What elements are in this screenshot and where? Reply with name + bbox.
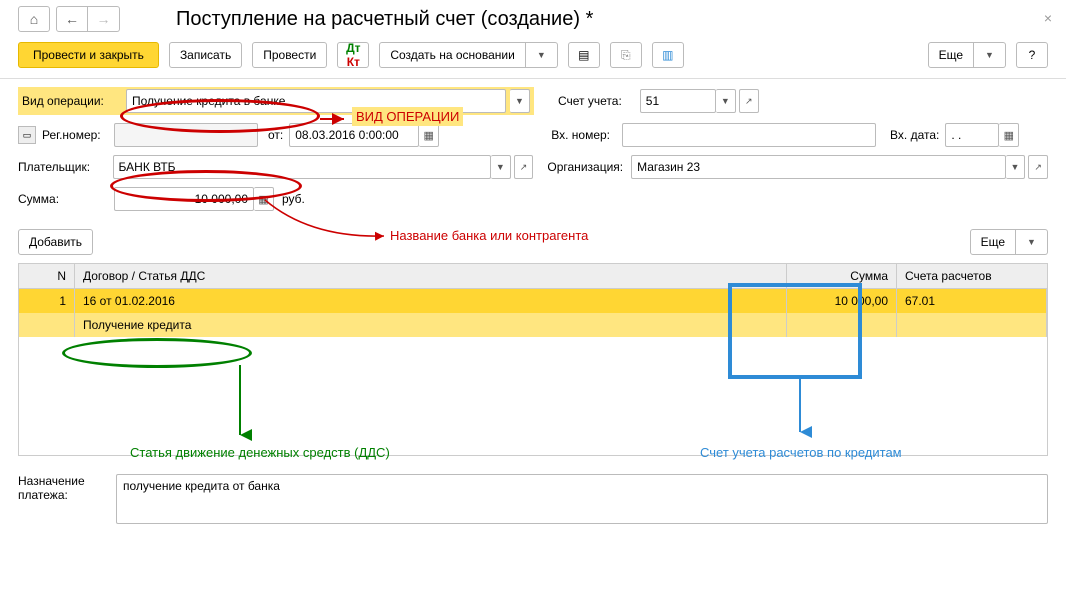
in-date-label: Вх. дата: (890, 128, 939, 142)
forward-button[interactable]: → (88, 6, 120, 32)
td-contract-bottom: Получение кредита (75, 313, 787, 337)
reg-from-label: от: (268, 128, 283, 142)
td-sum: 10 000,00 (787, 289, 897, 313)
op-type-field[interactable]: Получение кредита в банке (126, 89, 506, 113)
in-date-field[interactable]: . . (945, 123, 999, 147)
td-contract-top: 16 от 01.02.2016 (75, 289, 787, 313)
td-sum-blank (787, 313, 897, 337)
reg-number-field[interactable] (114, 123, 258, 147)
td-n: 1 (19, 289, 75, 313)
more-button[interactable]: Еще (928, 42, 974, 68)
chevron-down-icon: ▼ (985, 50, 994, 60)
arrow-left-icon: ← (65, 11, 79, 27)
post-and-close-button[interactable]: Провести и закрыть (18, 42, 159, 68)
th-contract: Договор / Статья ДДС (75, 264, 787, 288)
home-icon: ⌂ (30, 11, 38, 27)
post-button[interactable]: Провести (252, 42, 327, 68)
back-button[interactable]: ← (56, 6, 88, 32)
amount-currency: руб. (282, 192, 305, 206)
amount-calc[interactable]: ▦ (254, 187, 274, 211)
help-button[interactable]: ? (1016, 42, 1048, 68)
payer-label: Плательщик: (18, 160, 113, 174)
org-label: Организация: (547, 160, 623, 174)
org-dropdown[interactable]: ▼ (1006, 155, 1026, 179)
dtkt-icon: ДтКт (346, 41, 360, 69)
help-icon: ? (1029, 48, 1036, 62)
th-accounts: Счета расчетов (897, 264, 1047, 288)
create-based-on-button[interactable]: Создать на основании (379, 42, 526, 68)
purpose-label: Назначение платежа: (18, 474, 104, 524)
add-row-button[interactable]: Добавить (18, 229, 93, 255)
close-button[interactable]: × (1044, 10, 1052, 26)
table-blank-area[interactable] (19, 337, 1047, 455)
page-title: Поступление на расчетный счет (создание)… (176, 8, 593, 31)
attachment-button[interactable]: ⎘ (610, 42, 642, 68)
acct-label: Счет учета: (558, 94, 622, 108)
td-n-blank (19, 313, 75, 337)
arrow-right-icon: → (97, 11, 111, 27)
create-based-on-dropdown[interactable]: ▼ (526, 42, 558, 68)
document-icon: ▤ (578, 48, 589, 62)
report-icon-button[interactable]: ▤ (568, 42, 600, 68)
chevron-down-icon: ▼ (537, 50, 546, 60)
org-field[interactable]: Магазин 23 (631, 155, 1005, 179)
payer-dropdown[interactable]: ▼ (491, 155, 511, 179)
write-button[interactable]: Записать (169, 42, 242, 68)
home-button[interactable]: ⌂ (18, 6, 50, 32)
amount-label: Сумма: (18, 192, 114, 206)
dtkt-button[interactable]: ДтКт (337, 42, 369, 68)
payer-field[interactable]: БАНК ВТБ (113, 155, 491, 179)
paperclip-icon: ⎘ (621, 48, 631, 63)
in-number-field[interactable] (622, 123, 876, 147)
org-open[interactable]: ↗ (1028, 155, 1048, 179)
amount-field[interactable]: 10 000,00 (114, 187, 254, 211)
in-date-calendar[interactable]: ▦ (999, 123, 1019, 147)
td-account-blank (897, 313, 1047, 337)
chevron-down-icon: ▼ (1027, 237, 1036, 247)
th-n: N (19, 264, 75, 288)
acct-dropdown[interactable]: ▼ (716, 89, 736, 113)
op-type-label: Вид операции: (22, 94, 118, 108)
acct-field[interactable]: 51 (640, 89, 716, 113)
op-type-dropdown[interactable]: ▼ (510, 89, 530, 113)
table-header: N Договор / Статья ДДС Сумма Счета расче… (19, 264, 1047, 289)
lines-table: N Договор / Статья ДДС Сумма Счета расче… (18, 263, 1048, 456)
reg-icon: ▭ (18, 126, 36, 144)
list-icon-button[interactable]: ▥ (652, 42, 684, 68)
purpose-field[interactable]: получение кредита от банка (116, 474, 1048, 524)
table-more-dropdown[interactable]: ▼ (1016, 229, 1048, 255)
op-type-value: Получение кредита в банке (132, 94, 285, 108)
table-row[interactable]: 1 16 от 01.02.2016 10 000,00 67.01 (19, 289, 1047, 313)
table-more-button[interactable]: Еще (970, 229, 1016, 255)
in-number-label: Вх. номер: (551, 128, 610, 142)
payer-open[interactable]: ↗ (514, 155, 534, 179)
reg-date-field[interactable]: 08.03.2016 0:00:00 (289, 123, 419, 147)
list-icon: ▥ (662, 48, 673, 62)
reg-label: Рег.номер: (42, 128, 114, 142)
more-dropdown[interactable]: ▼ (974, 42, 1006, 68)
th-sum: Сумма (787, 264, 897, 288)
table-row[interactable]: Получение кредита (19, 313, 1047, 337)
td-account: 67.01 (897, 289, 1047, 313)
acct-open[interactable]: ↗ (739, 89, 759, 113)
reg-date-calendar[interactable]: ▦ (419, 123, 439, 147)
